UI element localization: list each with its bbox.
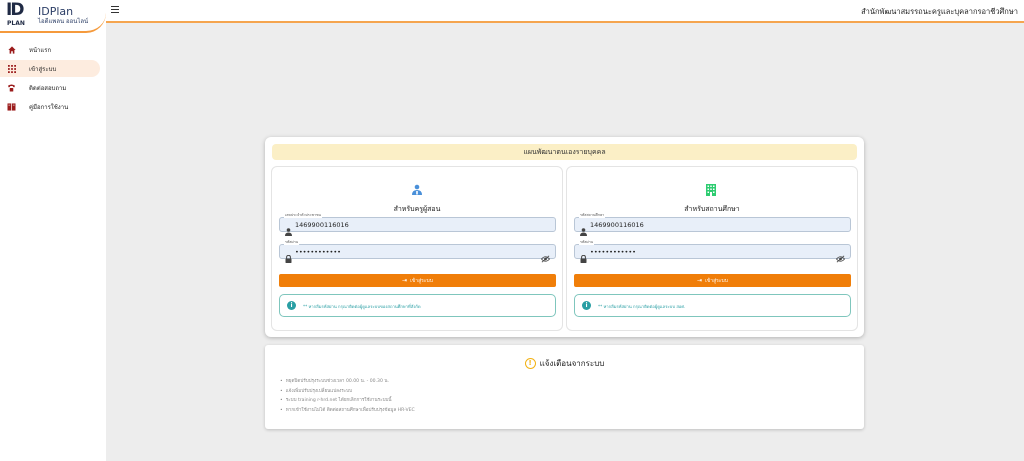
lock-icon — [285, 248, 292, 263]
teacher-id-value: 1469900116016 — [295, 221, 349, 229]
info-icon: i — [287, 301, 296, 310]
teacher-password-value: •••••••••••• — [295, 248, 342, 256]
sidebar-item-label: เข้าสู่ระบบ — [29, 65, 57, 73]
logo-mark: ID — [6, 0, 24, 20]
school-info-box: i ** หากลืมรหัสผ่าน กรุณาติดต่อผู้ดูแลระ… — [574, 294, 851, 317]
sidebar-item-manual[interactable]: คู่มือการใช้งาน — [0, 98, 100, 115]
sidebar-menu: หน้าแรก เข้าสู่ระบบ ติดต่อสอบถาม คู่มือก… — [0, 41, 106, 115]
sign-in-icon: ⇥ — [697, 277, 703, 284]
lock-icon — [580, 248, 587, 263]
teacher-login-panel: สำหรับครูผู้สอน เลขประจำตัวประชาชน 14699… — [271, 166, 563, 331]
org-name: สำนักพัฒนาสมรรถนะครูและบุคลากรอาชีวศึกษา — [861, 7, 1018, 16]
teacher-id-field[interactable]: เลขประจำตัวประชาชน 1469900116016 — [279, 213, 556, 236]
topbar: สำนักพัฒนาสมรรถนะครูและบุคลากรอาชีวศึกษา — [106, 0, 1024, 23]
school-panel-title: สำหรับสถานศึกษา — [684, 205, 740, 213]
notice-item: แจ้งเพิ่มปรับปรุงเปลี่ยนแปลงระบบ — [280, 387, 415, 397]
school-password-field[interactable]: รหัสผ่าน •••••••••••• — [574, 240, 851, 263]
brand[interactable]: ID PLAN IDPlan ไอดีแพลน ออนไลน์ — [0, 0, 106, 33]
sidebar-item-label: คู่มือการใช้งาน — [29, 103, 69, 111]
sidebar-item-home[interactable]: หน้าแรก — [0, 41, 100, 58]
sidebar-item-login[interactable]: เข้าสู่ระบบ — [0, 60, 100, 77]
field-label: รหัสสถานศึกษา — [579, 213, 606, 218]
user-icon — [285, 221, 292, 236]
user-icon — [580, 221, 587, 236]
teacher-password-field[interactable]: รหัสผ่าน •••••••••••• — [279, 240, 556, 263]
notice-list: หยุดปิดปรับปรุงระบบช่วงเวลา 00.00 น. - 0… — [280, 377, 415, 415]
building-icon — [706, 181, 718, 196]
phone-icon — [7, 83, 16, 92]
field-label: เลขประจำตัวประชาชน — [284, 213, 322, 218]
teacher-login-button[interactable]: ⇥ เข้าสู่ระบบ — [279, 274, 556, 287]
school-id-field[interactable]: รหัสสถานศึกษา 1469900116016 — [574, 213, 851, 236]
info-icon: i — [582, 301, 591, 310]
school-login-button[interactable]: ⇥ เข้าสู่ระบบ — [574, 274, 851, 287]
field-label: รหัสผ่าน — [284, 240, 300, 245]
notice-title: ! แจ้งเตือนจากระบบ — [265, 357, 864, 370]
teacher-icon — [411, 181, 423, 195]
system-notice-card: !แจ้งเตือนจากระบบ หยุดปิดปรับปรุงระบบช่ว… — [265, 345, 864, 429]
button-label: เข้าสู่ระบบ — [410, 278, 433, 284]
sidebar-item-label: ติดต่อสอบถาม — [29, 84, 67, 92]
login-title: แผนพัฒนาตนเองรายบุคคล — [272, 144, 857, 160]
eye-slash-icon[interactable] — [540, 248, 551, 263]
school-info-text: ** หากลืมรหัสผ่าน กรุณาติดต่อผู้ดูแลระบบ… — [598, 304, 686, 309]
field-label: รหัสผ่าน — [579, 240, 595, 245]
brand-subtitle: ไอดีแพลน ออนไลน์ — [38, 18, 89, 25]
home-icon — [7, 45, 16, 54]
book-icon — [7, 102, 16, 111]
notice-item: ระบบ training r-hrd.net ได้ยกเลิกการใช้ง… — [280, 396, 415, 406]
login-card: แผนพัฒนาตนเองรายบุคคล สำหรับครูผู้สอน เล… — [265, 137, 864, 337]
notice-item: หากเข้าใช้งานไม่ได้ ติดต่อสถานศึกษาเพื่อ… — [280, 406, 415, 416]
sidebar-item-contact[interactable]: ติดต่อสอบถาม — [0, 79, 100, 96]
sidebar: ID PLAN IDPlan ไอดีแพลน ออนไลน์ หน้าแรก … — [0, 0, 106, 461]
notice-item: หยุดปิดปรับปรุงระบบช่วงเวลา 00.00 น. - 0… — [280, 377, 415, 387]
school-password-value: •••••••••••• — [590, 248, 637, 256]
school-id-value: 1469900116016 — [590, 221, 644, 229]
school-login-panel: สำหรับสถานศึกษา รหัสสถานศึกษา 1469900116… — [566, 166, 858, 331]
eye-slash-icon[interactable] — [835, 248, 846, 263]
brand-title: IDPlan — [38, 5, 74, 18]
sign-in-icon: ⇥ — [402, 277, 408, 284]
warning-icon: ! — [524, 358, 536, 369]
notice-title-text: แจ้งเตือนจากระบบ — [539, 359, 605, 368]
teacher-info-text: ** หากลืมรหัสผ่าน กรุณาติดต่อผู้ดูแลระบบ… — [303, 304, 421, 309]
logo-plan-text: PLAN — [7, 19, 25, 27]
sidebar-item-label: หน้าแรก — [29, 46, 52, 54]
button-label: เข้าสู่ระบบ — [705, 278, 728, 284]
idplan-logo: ID PLAN — [6, 0, 32, 29]
grid-icon — [7, 64, 16, 73]
teacher-info-box: i ** หากลืมรหัสผ่าน กรุณาติดต่อผู้ดูแลระ… — [279, 294, 556, 317]
menu-toggle-icon[interactable] — [111, 6, 119, 13]
